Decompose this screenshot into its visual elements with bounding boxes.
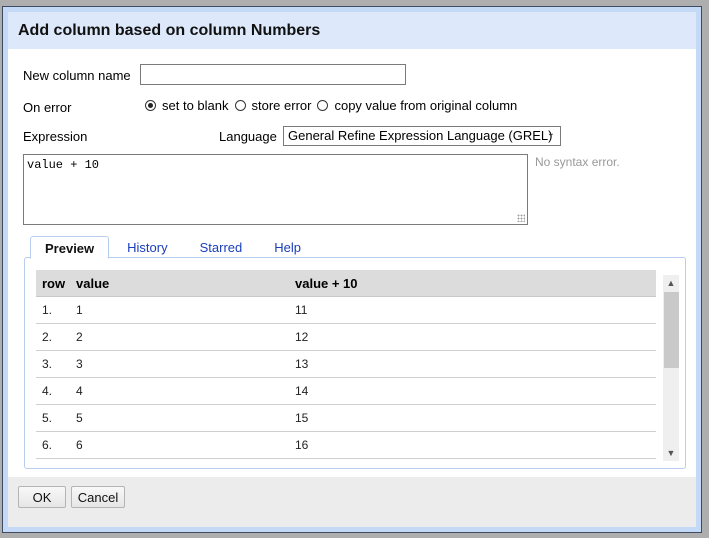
- new-column-name-input[interactable]: [140, 64, 406, 85]
- row-result: 15: [289, 404, 656, 432]
- table-header-row: row value value + 10: [36, 270, 656, 297]
- expression-label: Expression: [23, 129, 88, 144]
- on-error-radio-group: set to blank store error copy value from…: [145, 98, 523, 113]
- radio-checked-icon[interactable]: [145, 100, 156, 111]
- table-row: 6. 6 16: [36, 431, 656, 459]
- cancel-button[interactable]: Cancel: [71, 486, 125, 508]
- tab-history[interactable]: History: [113, 236, 181, 258]
- language-label: Language: [219, 129, 277, 144]
- ok-button[interactable]: OK: [18, 486, 66, 508]
- table-row: 2. 2 12: [36, 323, 656, 351]
- preview-table-container: row value value + 10 1. 1 11 2. 2 12 3. …: [36, 270, 656, 459]
- row-result: 12: [289, 323, 656, 351]
- column-header-result: value + 10: [289, 270, 656, 297]
- tab-starred[interactable]: Starred: [186, 236, 257, 258]
- table-row: 4. 4 14: [36, 377, 656, 405]
- column-header-row: row: [36, 270, 70, 297]
- radio-label: store error: [251, 98, 312, 113]
- table-row: 5. 5 15: [36, 404, 656, 432]
- chevron-up-icon[interactable]: ▲: [663, 275, 679, 291]
- resize-grip-icon[interactable]: [517, 214, 525, 222]
- row-value: 3: [70, 350, 289, 378]
- tab-preview[interactable]: Preview: [30, 236, 110, 259]
- radio-store-error[interactable]: store error: [234, 98, 312, 113]
- syntax-status: No syntax error.: [535, 155, 620, 169]
- row-index: 6.: [36, 431, 70, 459]
- radio-set-to-blank[interactable]: set to blank: [145, 98, 229, 113]
- row-index: 3.: [36, 350, 70, 378]
- radio-label: copy value from original column: [334, 98, 518, 113]
- dialog-title: Add column based on column Numbers: [18, 22, 321, 39]
- row-value: 5: [70, 404, 289, 432]
- row-value: 2: [70, 323, 289, 351]
- chevron-down-icon: ⌄: [546, 128, 555, 139]
- row-index: 1.: [36, 296, 70, 324]
- table-row: 1. 1 11: [36, 296, 656, 324]
- on-error-label: On error: [23, 100, 72, 115]
- row-index: 5.: [36, 404, 70, 432]
- scrollbar-thumb[interactable]: [664, 292, 679, 368]
- new-column-name-label: New column name: [23, 68, 131, 83]
- dialog-footer: OK Cancel: [8, 477, 696, 527]
- dialog-body: Add column based on column Numbers New c…: [8, 12, 696, 527]
- radio-label: set to blank: [162, 98, 229, 113]
- row-index: 2.: [36, 323, 70, 351]
- language-select[interactable]: General Refine Expression Language (GREL…: [283, 126, 561, 146]
- row-index: 4.: [36, 377, 70, 405]
- row-result: 11: [289, 296, 656, 324]
- tab-help[interactable]: Help: [260, 236, 315, 258]
- radio-unchecked-icon[interactable]: [234, 100, 246, 111]
- tab-bar: Preview History Starred Help: [30, 236, 319, 259]
- preview-scrollbar[interactable]: ▲ ▼: [663, 275, 679, 461]
- radio-unchecked-icon[interactable]: [317, 100, 329, 111]
- language-selected-value: General Refine Expression Language (GREL…: [288, 128, 553, 143]
- row-value: 1: [70, 296, 289, 324]
- chevron-down-icon[interactable]: ▼: [663, 445, 679, 461]
- row-value: 6: [70, 431, 289, 459]
- table-row: 3. 3 13: [36, 350, 656, 378]
- column-header-value: value: [70, 270, 289, 297]
- add-column-dialog: Add column based on column Numbers New c…: [2, 6, 702, 533]
- row-result: 13: [289, 350, 656, 378]
- expression-text: value + 10: [27, 158, 100, 172]
- row-result: 16: [289, 431, 656, 459]
- expression-textarea[interactable]: value + 10: [23, 154, 528, 225]
- dialog-header: Add column based on column Numbers: [8, 12, 696, 49]
- row-result: 14: [289, 377, 656, 405]
- preview-table: row value value + 10 1. 1 11 2. 2 12 3. …: [36, 270, 656, 459]
- row-value: 4: [70, 377, 289, 405]
- radio-copy-value[interactable]: copy value from original column: [317, 98, 517, 113]
